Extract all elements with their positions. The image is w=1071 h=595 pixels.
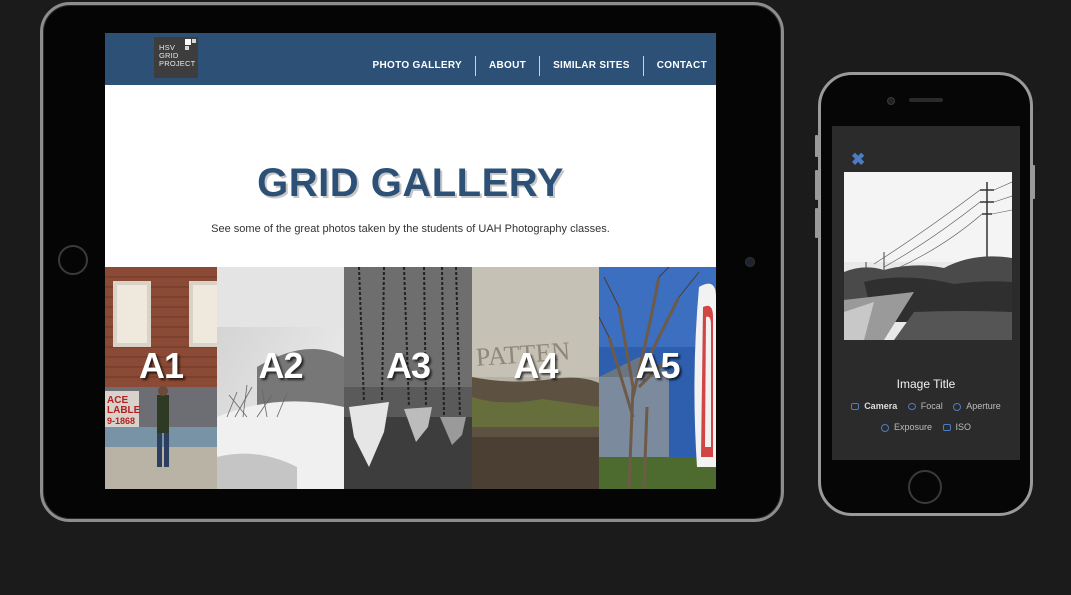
nav-similar-sites[interactable]: SIMILAR SITES (540, 55, 643, 77)
meta-iso: ISO (942, 422, 971, 432)
lightbox-photo (844, 172, 1012, 340)
tablet-screen: HSV GRID PROJECT PHOTO GALLERY ABOUT SIM… (105, 33, 716, 489)
phone-speaker (909, 98, 943, 102)
nav-photo-gallery[interactable]: PHOTO GALLERY (360, 55, 475, 77)
page-title: GRID GALLERY (257, 161, 564, 205)
tablet-camera (745, 257, 755, 267)
close-icon[interactable]: ✖ (851, 151, 865, 168)
tile-label: A2 (258, 345, 303, 386)
aperture-icon (953, 402, 962, 411)
tablet-home-button (58, 245, 88, 275)
phone-side-button (815, 135, 818, 157)
site-logo[interactable]: HSV GRID PROJECT (154, 37, 198, 78)
tile-label: A5 (635, 345, 680, 386)
tile-label: A4 (513, 345, 558, 386)
gallery-tile-a3[interactable]: A3 (344, 267, 472, 489)
eye-icon (907, 403, 916, 411)
gallery-tile-a5[interactable]: A5 (599, 267, 716, 489)
phone-screen: ✖ Image Title Camera Focal Aperture Expo… (832, 126, 1020, 460)
svg-text:9-1868: 9-1868 (107, 416, 135, 426)
logo-line-3: PROJECT (159, 59, 196, 68)
gallery-tile-a4[interactable]: PATTEN A4 (472, 267, 599, 489)
meta-exposure: Exposure (880, 422, 932, 432)
camera-icon (851, 403, 860, 411)
svg-text:LABLE: LABLE (107, 405, 141, 416)
main-menu: PHOTO GALLERY ABOUT SIMILAR SITES CONTAC… (360, 55, 707, 77)
meta-aperture: Aperture (953, 401, 1001, 411)
gallery-tile-a2[interactable]: A2 (217, 267, 344, 489)
page-subtitle: See some of the great photos taken by th… (211, 223, 610, 235)
nav-about[interactable]: ABOUT (476, 55, 539, 77)
nav-contact[interactable]: CONTACT (644, 55, 707, 77)
phone-volume-button (815, 170, 818, 200)
phone-home-button (908, 470, 942, 504)
phone-camera (887, 97, 895, 105)
meta-camera: Camera (851, 401, 897, 411)
gallery-tile-a1[interactable]: ACE LABLE 9-1868 A1 (105, 267, 217, 489)
tile-label: A3 (385, 345, 431, 386)
navbar: HSV GRID PROJECT PHOTO GALLERY ABOUT SIM… (105, 33, 716, 85)
phone-power-button (1032, 165, 1035, 199)
timer-icon (880, 423, 889, 432)
gallery-strip: ACE LABLE 9-1868 A1 A2 A3 PATTEN A4 A5 (105, 267, 716, 489)
image-title: Image Title (896, 377, 956, 391)
phone-volume-button (815, 208, 818, 238)
meta-focal: Focal (907, 401, 943, 411)
exif-row-2: Exposure ISO (832, 422, 1020, 432)
exif-row-1: Camera Focal Aperture (832, 401, 1020, 411)
tile-label: A1 (138, 345, 184, 386)
iso-icon (942, 424, 951, 432)
